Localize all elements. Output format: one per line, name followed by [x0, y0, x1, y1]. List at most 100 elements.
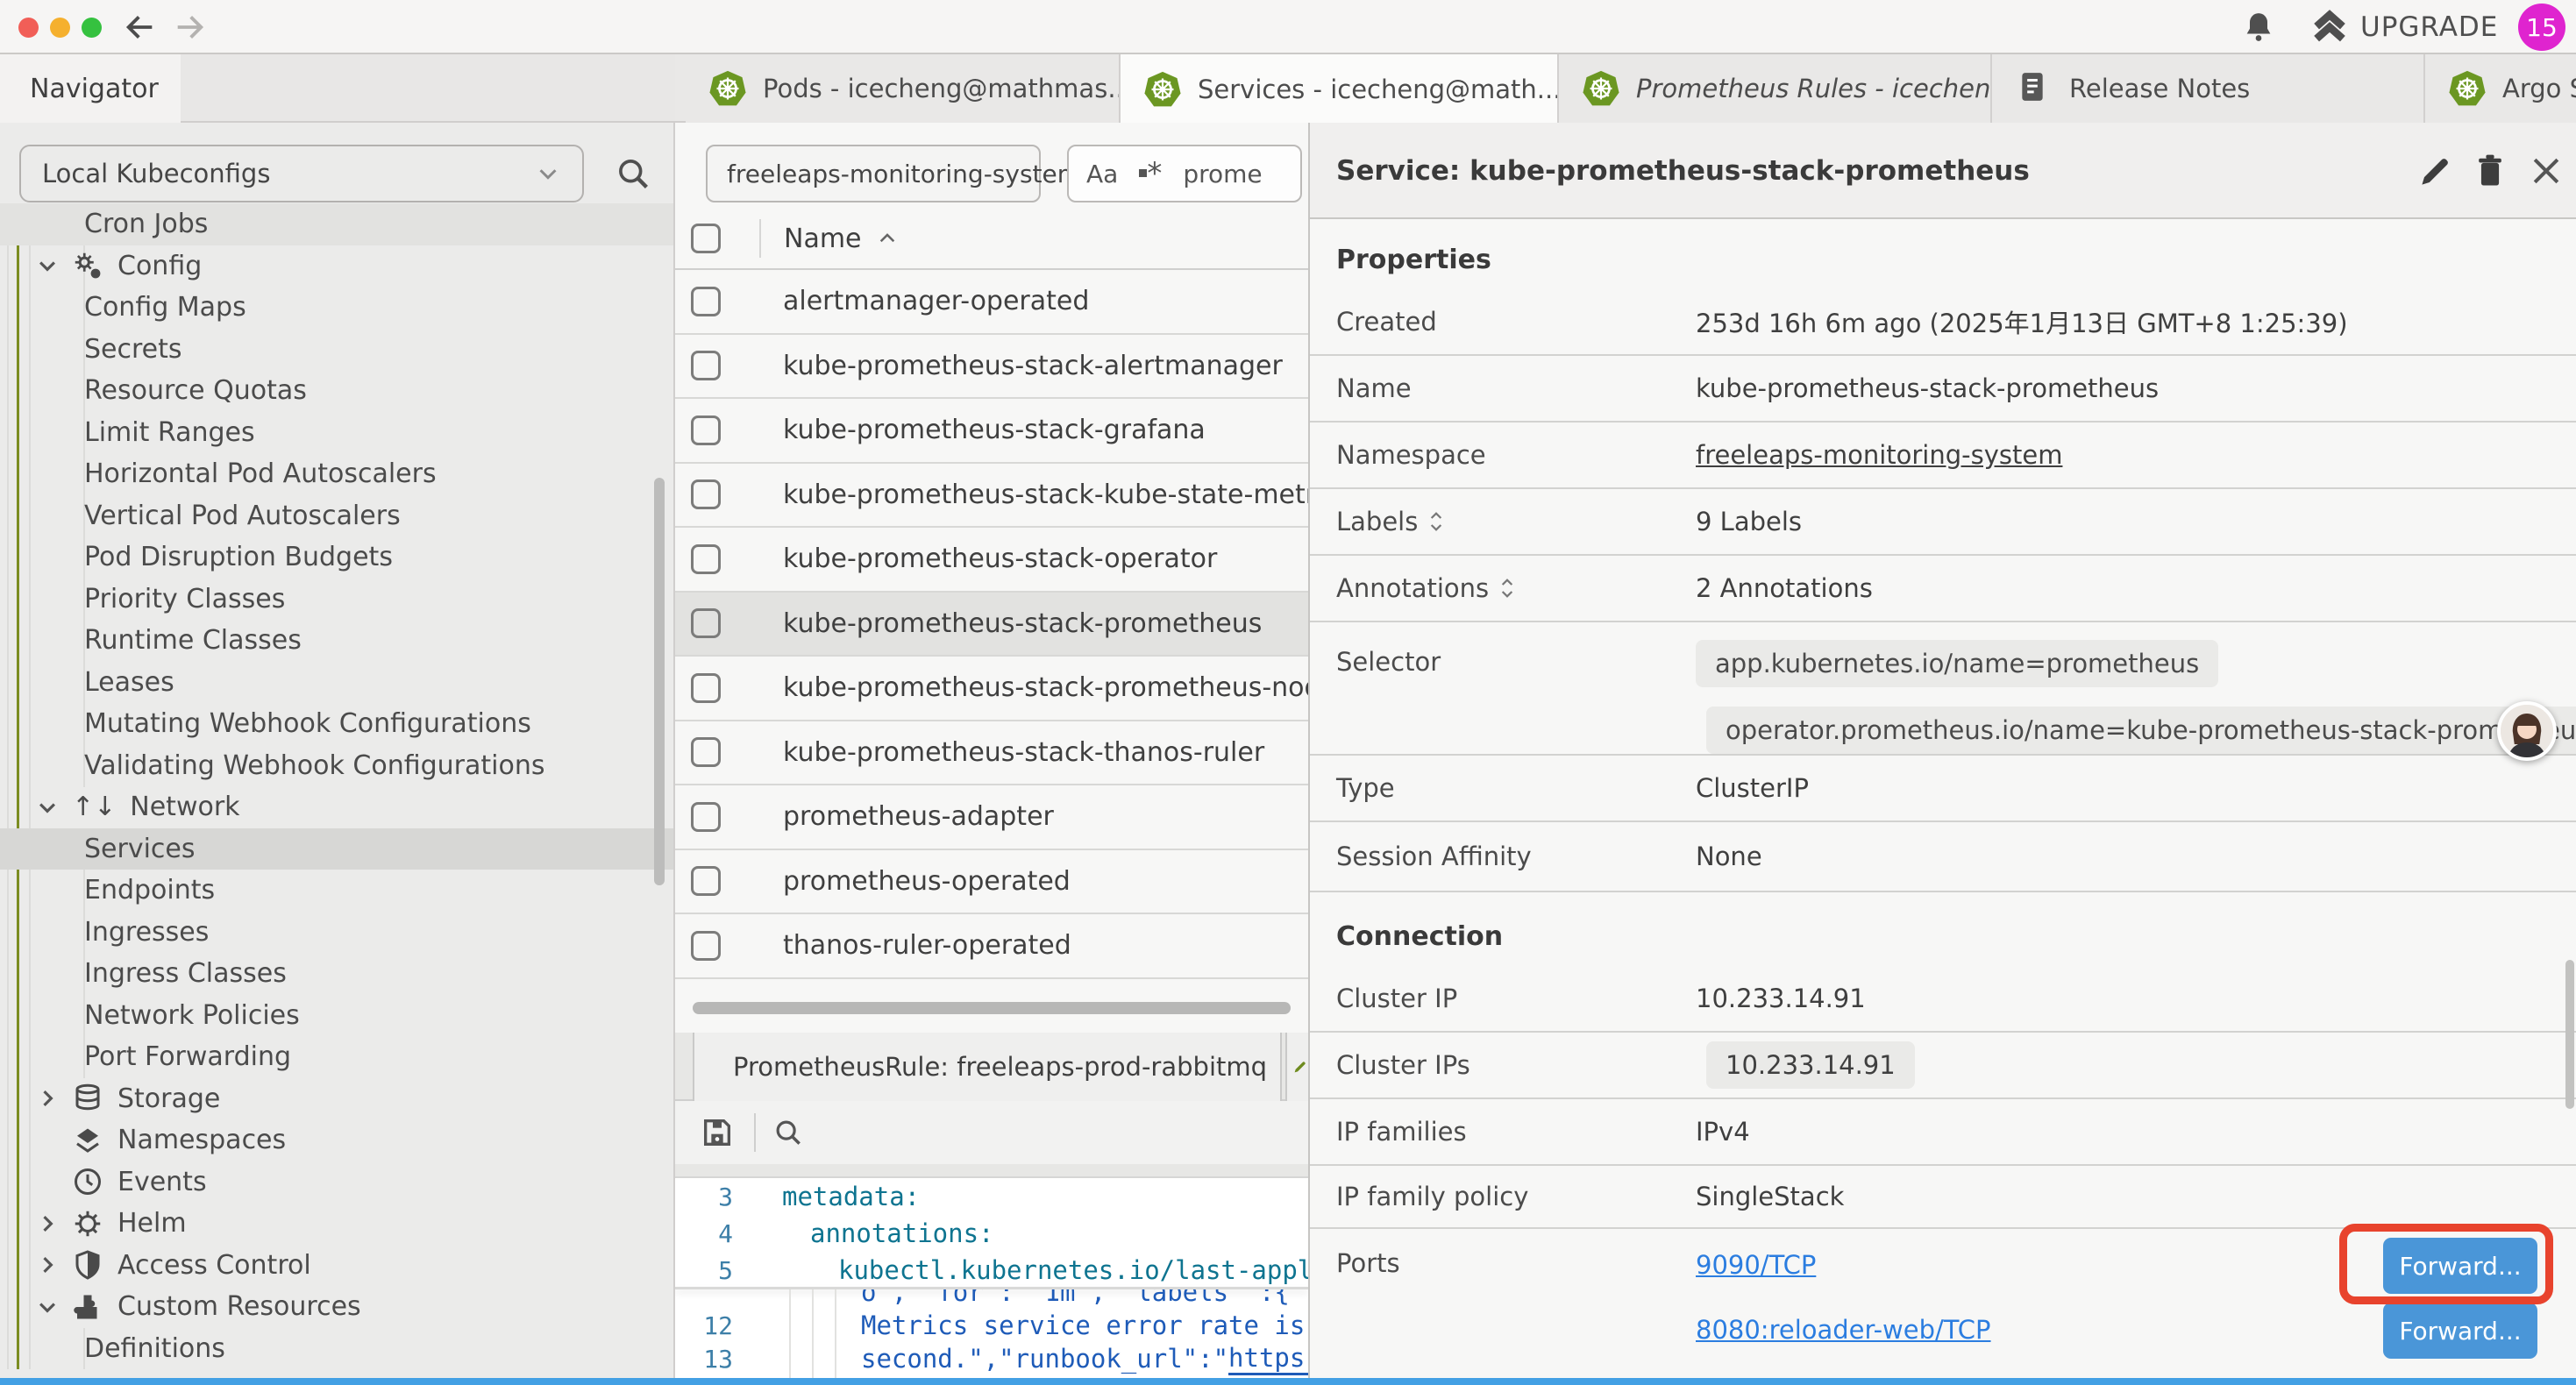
navigator-tab[interactable]: Navigator	[0, 54, 181, 123]
sidebar-item-port-forwarding[interactable]: Port Forwarding	[0, 1036, 675, 1078]
sidebar-item-custom-resources-group[interactable]: Custom Resources	[0, 1286, 675, 1328]
chevron-down-icon[interactable]	[0, 1295, 72, 1319]
table-row[interactable]: thanos-ruler-operated	[675, 914, 1308, 979]
gears-icon	[72, 250, 103, 281]
expand-toggle-icon[interactable]	[1427, 508, 1446, 536]
row-checkbox[interactable]	[691, 737, 721, 767]
table-row[interactable]: kube-prometheus-stack-operator	[675, 528, 1308, 593]
sidebar-item-cron-jobs[interactable]: Cron Jobs	[0, 203, 675, 245]
table-header: Name	[675, 209, 1308, 270]
row-checkbox[interactable]	[691, 608, 721, 638]
save-icon[interactable]	[700, 1115, 735, 1150]
forward-arrow-icon[interactable]	[172, 10, 207, 45]
notification-count-badge[interactable]: 15	[2518, 4, 2565, 51]
tab-argo[interactable]: Argo Se	[2425, 54, 2576, 123]
sidebar-item-config-group[interactable]: Config	[0, 245, 675, 288]
table-row[interactable]: kube-prometheus-stack-prometheus-node-ex…	[675, 657, 1308, 721]
sidebar-item-mutating-webhook-configurations[interactable]: Mutating Webhook Configurations	[0, 703, 675, 745]
namespace-link[interactable]: freeleaps-monitoring-system	[1696, 440, 2062, 470]
list-search-input[interactable]: Aa * prome	[1067, 145, 1302, 202]
sidebar-item-resource-quotas[interactable]: Resource Quotas	[0, 370, 675, 412]
sidebar-item-pod-disruption-budgets[interactable]: Pod Disruption Budgets	[0, 536, 675, 579]
sidebar-item-ingresses[interactable]: Ingresses	[0, 912, 675, 954]
table-row[interactable]: alertmanager-operated	[675, 270, 1308, 335]
table-row[interactable]: kube-prometheus-stack-thanos-ruler	[675, 721, 1308, 786]
column-header-name[interactable]: Name	[784, 224, 899, 254]
back-arrow-icon[interactable]	[123, 10, 158, 45]
forward-button-8080[interactable]: Forward...	[2383, 1303, 2537, 1359]
minimize-window-button[interactable]	[50, 18, 70, 38]
edit-pencil-icon[interactable]	[2416, 152, 2455, 190]
sidebar-item-leases[interactable]: Leases	[0, 662, 675, 704]
runbook-url-link[interactable]: https://net	[1228, 1343, 1308, 1375]
row-checkbox[interactable]	[691, 479, 721, 509]
sidebar-item-config-maps[interactable]: Config Maps	[0, 287, 675, 329]
editor-tab-prometheusrule[interactable]: PrometheusRule: freeleaps-prod-rabbitmq	[693, 1033, 1282, 1101]
tab-pods[interactable]: Pods - icecheng@mathmas...	[686, 54, 1121, 123]
close-panel-icon[interactable]	[2527, 152, 2565, 190]
upgrade-button[interactable]: UPGRADE	[2311, 9, 2498, 46]
chevron-right-icon[interactable]	[0, 1086, 72, 1111]
table-row[interactable]: kube-prometheus-stack-kube-state-metrics	[675, 464, 1308, 529]
sidebar-item-network-group[interactable]: ↑↓ Network	[0, 786, 675, 828]
sidebar-scrollbar[interactable]	[654, 478, 665, 885]
row-checkbox[interactable]	[691, 287, 721, 316]
table-row-selected[interactable]: kube-prometheus-stack-prometheus	[675, 593, 1308, 657]
sidebar-item-vertical-pod-autoscalers[interactable]: Vertical Pod Autoscalers	[0, 495, 675, 537]
sidebar-item-events[interactable]: Events	[0, 1161, 675, 1204]
notifications-bell-icon[interactable]	[2241, 10, 2276, 45]
table-row[interactable]: kube-prometheus-stack-grafana	[675, 399, 1308, 464]
table-row[interactable]: prometheus-operated	[675, 850, 1308, 915]
sidebar-item-limit-ranges[interactable]: Limit Ranges	[0, 412, 675, 454]
sidebar-item-secrets[interactable]: Secrets	[0, 329, 675, 371]
sidebar-item-priority-classes[interactable]: Priority Classes	[0, 579, 675, 621]
tab-services[interactable]: Services - icecheng@math...	[1121, 54, 1559, 124]
sidebar-item-storage-group[interactable]: Storage	[0, 1078, 675, 1120]
row-checkbox[interactable]	[691, 351, 721, 380]
zoom-window-button[interactable]	[82, 18, 102, 38]
chevron-right-icon[interactable]	[0, 1253, 72, 1277]
sidebar-item-validating-webhook-configurations[interactable]: Validating Webhook Configurations	[0, 745, 675, 787]
namespace-filter-dropdown[interactable]: freeleaps-monitoring-system	[706, 145, 1041, 202]
row-checkbox[interactable]	[691, 544, 721, 574]
horizontal-scrollbar[interactable]	[693, 1002, 1291, 1014]
sidebar-item-definitions[interactable]: Definitions	[0, 1328, 675, 1370]
regex-toggle[interactable]: *	[1139, 165, 1162, 182]
select-all-checkbox[interactable]	[691, 224, 721, 253]
match-case-toggle[interactable]: Aa	[1086, 160, 1118, 188]
sidebar-item-access-control-group[interactable]: Access Control	[0, 1245, 675, 1287]
tab-prometheus-rules[interactable]: Prometheus Rules - icecheng...	[1559, 54, 1992, 123]
chevron-down-icon[interactable]	[0, 795, 72, 820]
tab-release-notes[interactable]: Release Notes	[1992, 54, 2425, 123]
row-checkbox[interactable]	[691, 673, 721, 703]
labels-row: Labels 9 Labels	[1310, 489, 2576, 556]
sidebar-item-helm-group[interactable]: Helm	[0, 1203, 675, 1245]
kubeconfig-selector[interactable]: Local Kubeconfigs	[19, 145, 584, 202]
row-checkbox[interactable]	[691, 802, 721, 832]
yaml-editor[interactable]: 3metadata: 4annotations: 5kubectl.kubern…	[675, 1178, 1308, 1385]
sidebar-item-horizontal-pod-autoscalers[interactable]: Horizontal Pod Autoscalers	[0, 453, 675, 495]
chevron-down-icon[interactable]	[0, 253, 72, 278]
sidebar-item-endpoints[interactable]: Endpoints	[0, 870, 675, 912]
sidebar-search-icon[interactable]	[614, 154, 652, 193]
sidebar-item-network-policies[interactable]: Network Policies	[0, 995, 675, 1037]
editor-search-icon[interactable]	[772, 1116, 805, 1149]
delete-trash-icon[interactable]	[2471, 152, 2509, 190]
row-checkbox[interactable]	[691, 931, 721, 961]
table-row[interactable]: kube-prometheus-stack-alertmanager	[675, 335, 1308, 400]
close-window-button[interactable]	[18, 18, 39, 38]
sidebar-item-ingress-classes[interactable]: Ingress Classes	[0, 953, 675, 995]
sidebar-item-services[interactable]: Services	[0, 828, 675, 870]
chevron-right-icon[interactable]	[0, 1211, 72, 1236]
row-checkbox[interactable]	[691, 416, 721, 445]
editor-tab-partial[interactable]	[1285, 1033, 1308, 1101]
avatar[interactable]	[2497, 701, 2557, 761]
table-row[interactable]: prometheus-adapter	[675, 785, 1308, 850]
sidebar-item-runtime-classes[interactable]: Runtime Classes	[0, 620, 675, 662]
sidebar-item-namespaces[interactable]: Namespaces	[0, 1119, 675, 1161]
port-link-8080[interactable]: 8080:reloader-web/TCP	[1696, 1315, 1991, 1345]
detail-scrollbar[interactable]	[2565, 960, 2574, 1109]
port-link-9090[interactable]: 9090/TCP	[1696, 1250, 1816, 1280]
row-checkbox[interactable]	[691, 866, 721, 896]
expand-toggle-icon[interactable]	[1498, 574, 1517, 602]
